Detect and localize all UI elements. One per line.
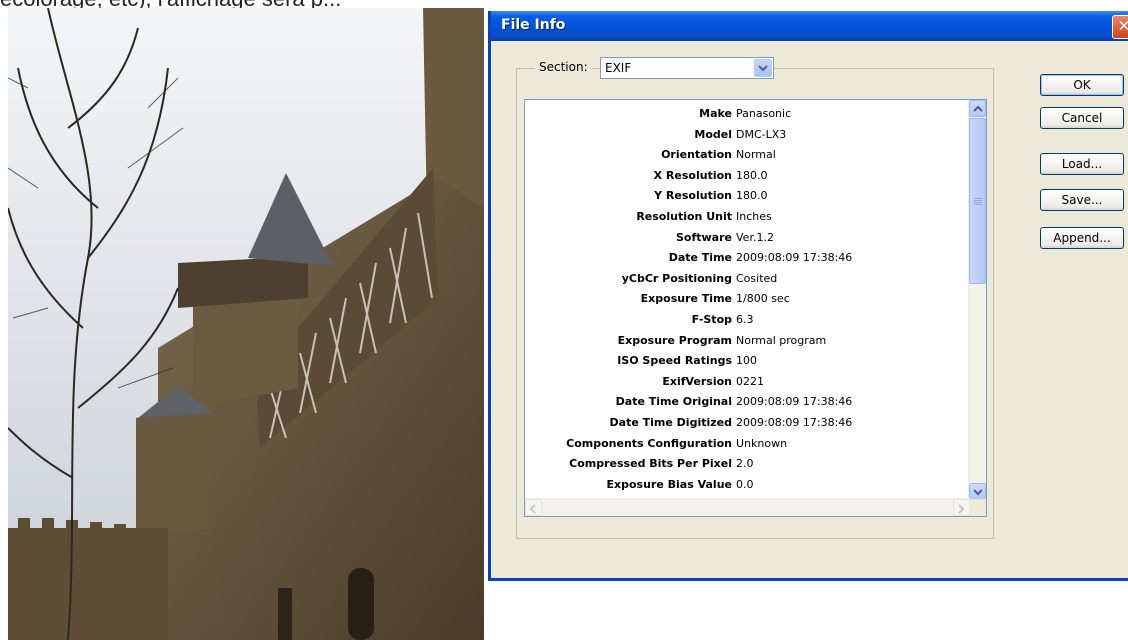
exif-row-label: Software: [676, 230, 732, 244]
exif-row: yCbCr Positioning Cosited: [525, 270, 968, 291]
section-dropdown[interactable]: EXIF: [600, 57, 774, 79]
exif-row-label: Exposure Time: [640, 292, 732, 306]
exif-row-label: Date Time Digitized: [609, 415, 732, 429]
exif-row: Orientation Normal: [525, 146, 968, 167]
exif-row-value: 2009:08:09 17:38:46: [736, 415, 853, 429]
exif-row-label: Exposure Bias Value: [606, 477, 733, 491]
exif-row: Exposure Program Normal program: [525, 332, 968, 353]
exif-row-value: Normal: [736, 148, 776, 162]
exif-row-value: 0221: [736, 374, 764, 388]
cancel-button[interactable]: Cancel: [1040, 107, 1124, 129]
exif-row-value: Inches: [736, 209, 772, 223]
exif-row-value: 1/800 sec: [736, 292, 790, 306]
scroll-corner: [969, 499, 986, 516]
exif-row-label: Y Resolution: [654, 189, 732, 203]
exif-row-value: DMC-LX3: [736, 127, 787, 141]
exif-rows: Make Panasonic Model DMC-LX3 Orientation Norm…: [525, 105, 968, 516]
exif-row: Resolution Unit Inches: [525, 208, 968, 229]
exif-row: Compressed Bits Per Pixel 2.0: [525, 455, 968, 476]
section-value: EXIF: [605, 61, 632, 75]
save-button[interactable]: Save...: [1040, 189, 1124, 211]
exif-row-label: Exposure Program: [617, 333, 732, 347]
close-icon[interactable]: ✕: [1112, 15, 1128, 39]
exif-row-value: 2009:08:09 17:38:46: [736, 395, 853, 409]
horizontal-scrollbar[interactable]: [525, 498, 970, 516]
load-button[interactable]: Load...: [1040, 153, 1124, 175]
exif-row: Y Resolution 180.0: [525, 187, 968, 208]
exif-row-label: Make: [699, 107, 732, 120]
exif-row: Components Configuration Unknown: [525, 435, 968, 456]
exif-row-label: Date Time Original: [615, 395, 732, 409]
exif-row-value: 6.3: [736, 312, 754, 326]
exif-row: Model DMC-LX3: [525, 126, 968, 147]
scroll-thumb[interactable]: [969, 118, 986, 284]
exif-row-value: Normal program: [736, 333, 827, 347]
exif-row: Date Time 2009:08:09 17:38:46: [525, 249, 968, 270]
exif-row: F-Stop 6.3: [525, 311, 968, 332]
exif-row-value: Panasonic: [736, 107, 792, 120]
exif-row-value: 2009:08:09 17:38:46: [736, 251, 853, 265]
exif-row-value: 2.0: [736, 457, 754, 471]
exif-row-value: 0.0: [736, 477, 754, 491]
dialog-title: File Info: [501, 17, 566, 33]
exif-row-label: ISO Speed Ratings: [617, 354, 732, 368]
scroll-up-button[interactable]: [969, 100, 986, 117]
exif-row-value: 180.0: [736, 168, 768, 182]
exif-row-value: 180.0: [736, 189, 768, 203]
exif-row-value: Unknown: [736, 436, 788, 450]
exif-row: Software Ver.1.2: [525, 229, 968, 250]
background-page-text: ecolorage, etc), l'affichage sera p...: [0, 0, 500, 8]
scroll-right-button[interactable]: [953, 499, 970, 516]
exif-row: Exposure Bias Value 0.0: [525, 476, 968, 497]
exif-row-label: Orientation: [661, 148, 732, 162]
exif-row: Date Time Original 2009:08:09 17:38:46: [525, 393, 968, 414]
exif-row: Date Time Digitized 2009:08:09 17:38:46: [525, 414, 968, 435]
append-button[interactable]: Append...: [1040, 227, 1124, 249]
ok-button[interactable]: OK: [1040, 74, 1124, 96]
exif-row: Exposure Time 1/800 sec: [525, 290, 968, 311]
file-info-dialog: File Info ✕ Section: EXIF Make Panasonic M…: [488, 11, 1128, 581]
exif-row-label: Resolution Unit: [636, 209, 732, 223]
castle-photo: [8, 8, 484, 640]
exif-row-label: Components Configuration: [566, 436, 732, 450]
exif-row: ExifVersion 0221: [525, 373, 968, 394]
exif-row: X Resolution 180.0: [525, 167, 968, 188]
exif-row-label: X Resolution: [653, 168, 732, 182]
scroll-down-button[interactable]: [969, 483, 986, 500]
exif-row-label: Compressed Bits Per Pixel: [569, 457, 732, 471]
exif-row: ISO Speed Ratings 100: [525, 352, 968, 373]
vertical-scrollbar[interactable]: [968, 100, 986, 500]
exif-row-value: Ver.1.2: [736, 230, 774, 244]
exif-row-label: Date Time: [668, 251, 732, 265]
exif-row-label: F-Stop: [691, 312, 732, 326]
exif-row-label: yCbCr Positioning: [621, 271, 732, 285]
exif-row-label: Model: [694, 127, 732, 141]
exif-row-value: Cosited: [736, 271, 778, 285]
scroll-left-button[interactable]: [525, 499, 542, 516]
exif-row-value: 100: [736, 354, 757, 368]
exif-row-label: ExifVersion: [662, 374, 732, 388]
dialog-titlebar[interactable]: File Info ✕: [491, 11, 1128, 41]
exif-listbox[interactable]: Make Panasonic Model DMC-LX3 Orientation Norm…: [524, 99, 987, 517]
section-label: Section:: [535, 60, 592, 74]
exif-row: Make Panasonic: [525, 105, 968, 126]
castle-photo-image: [8, 8, 484, 640]
chevron-down-icon[interactable]: [754, 59, 772, 77]
